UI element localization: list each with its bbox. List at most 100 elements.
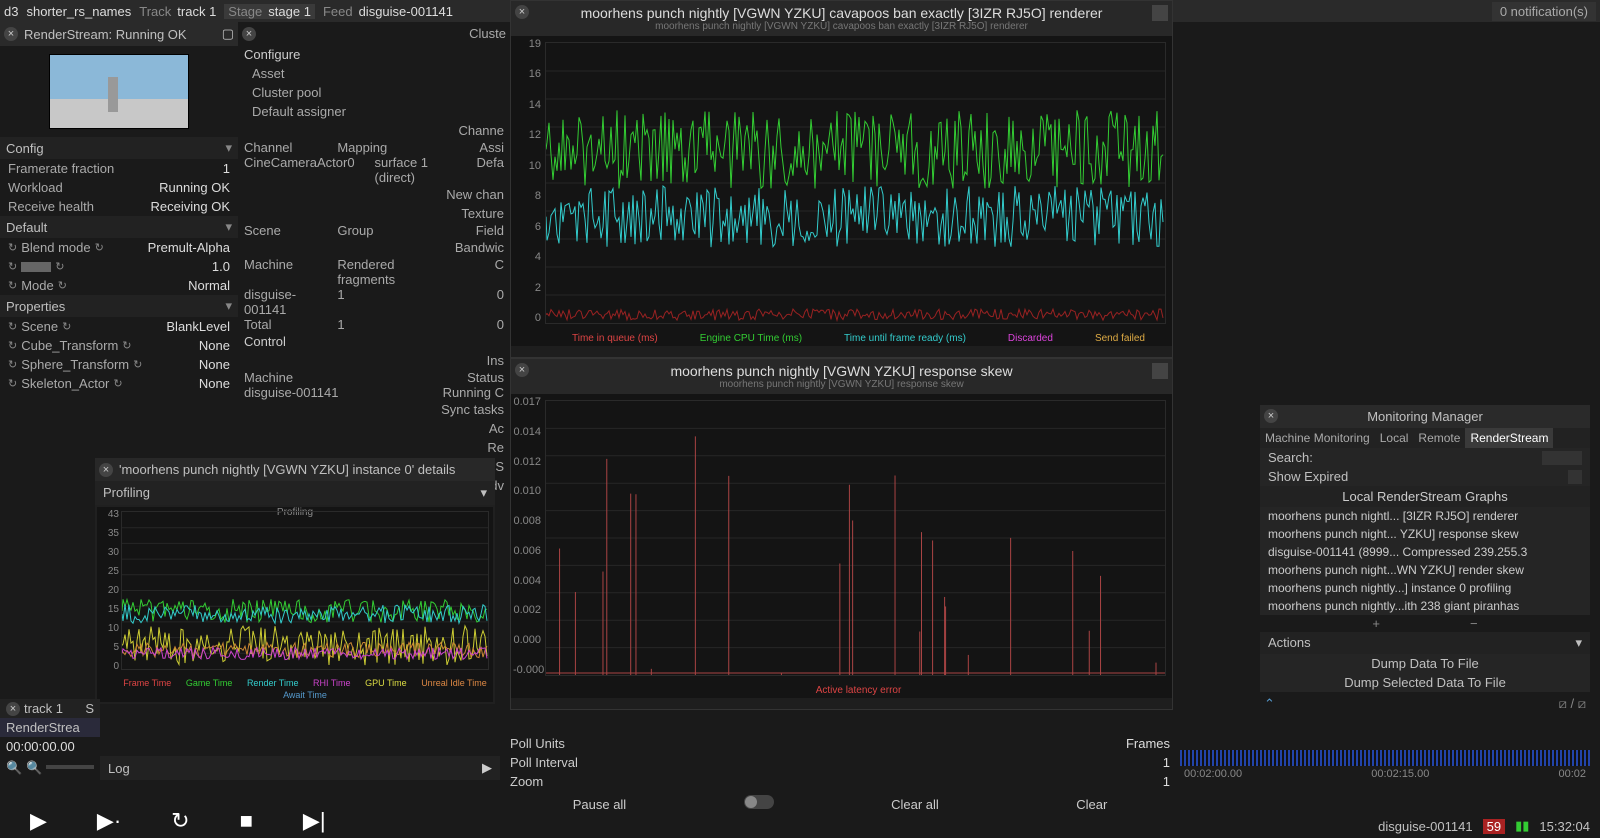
opacity-slider[interactable] [21, 262, 51, 272]
graph-item[interactable]: disguise-001141 (8999... Compressed 239.… [1260, 543, 1590, 561]
renderer-graph-panel: × moorhens punch nightly [VGWN YZKU] cav… [510, 0, 1173, 358]
tab-renderstream[interactable]: RenderStream [1465, 428, 1553, 448]
loop-button[interactable]: ↻ [171, 808, 189, 834]
cube-value[interactable]: None [199, 338, 230, 353]
stage-value[interactable]: stage 1 [268, 4, 311, 19]
graph-item[interactable]: moorhens punch nightl... [3IZR RJ5O] ren… [1260, 507, 1590, 525]
graph2-plot[interactable] [545, 400, 1166, 676]
tab-local[interactable]: Local [1375, 428, 1414, 448]
actions-header[interactable]: Actions [1268, 635, 1311, 651]
close-icon[interactable]: × [4, 27, 18, 41]
graph-item[interactable]: moorhens punch night...WN YZKU] render s… [1260, 561, 1590, 579]
default-header[interactable]: Default [6, 220, 47, 235]
graph-item[interactable]: moorhens punch night... YZKU] response s… [1260, 525, 1590, 543]
track-value[interactable]: track 1 [177, 4, 216, 19]
refresh-icon[interactable]: ↻ [8, 358, 17, 371]
cluster-pool-item[interactable]: Cluster pool [238, 83, 510, 102]
refresh-icon[interactable]: ↻ [8, 260, 17, 273]
asset-item[interactable]: Asset [238, 64, 510, 83]
refresh-icon[interactable]: ↻ [8, 339, 17, 352]
profiling-graph[interactable]: Profiling 4335302520151050 Frame Time Ga… [97, 507, 493, 702]
stop-button[interactable]: ■ [240, 808, 253, 834]
chevron-down-icon[interactable]: ▾ [480, 485, 487, 501]
chevron-down-icon[interactable]: ▾ [225, 298, 232, 314]
refresh-icon[interactable]: ↻ [58, 279, 67, 292]
refresh-icon[interactable]: ↻ [8, 241, 17, 254]
defa-cell[interactable]: Defa [449, 155, 504, 185]
framerate-value[interactable]: 1 [223, 161, 230, 176]
refresh-icon[interactable]: ↻ [113, 377, 122, 390]
collapse-icon[interactable]: ⌃ [1264, 696, 1275, 712]
surface-cell[interactable]: surface 1 (direct) [375, 155, 430, 185]
refresh-icon[interactable]: ↻ [133, 358, 142, 371]
dump-selected-button[interactable]: Dump Selected Data To File [1260, 673, 1590, 692]
properties-header[interactable]: Properties [6, 299, 65, 314]
sphere-value[interactable]: None [199, 357, 230, 372]
timeline[interactable]: 00:02:00.00 00:02:15.00 00:02 [1180, 750, 1590, 790]
graph-item[interactable]: moorhens punch nightly...ith 238 giant p… [1260, 597, 1590, 615]
new-channel-button[interactable]: New chan [238, 185, 510, 204]
close-icon[interactable]: × [1264, 409, 1278, 423]
preview-thumbnail[interactable] [49, 54, 189, 129]
close-icon[interactable]: × [515, 5, 529, 19]
zoom-value[interactable]: 1 [1163, 774, 1170, 789]
dump-data-button[interactable]: Dump Data To File [1260, 654, 1590, 673]
poll-units-value[interactable]: Frames [1126, 736, 1170, 751]
chevron-down-icon[interactable]: ▾ [225, 140, 232, 156]
show-expired-checkbox[interactable] [1568, 470, 1582, 484]
refresh-icon[interactable]: ↻ [8, 377, 17, 390]
pause-toggle[interactable] [744, 795, 774, 809]
poll-interval-value[interactable]: 1 [1163, 755, 1170, 770]
edit-icon[interactable] [1152, 363, 1168, 379]
clear-all-button[interactable]: Clear all [871, 795, 959, 814]
close-icon[interactable]: × [242, 27, 256, 41]
clear-button[interactable]: Clear [1056, 795, 1127, 814]
blend-value[interactable]: Premult-Alpha [148, 240, 230, 255]
close-icon[interactable]: × [515, 363, 529, 377]
zoom-in-icon[interactable]: 🔍 [26, 760, 40, 774]
scene-value[interactable]: BlankLevel [166, 319, 230, 334]
opacity-value[interactable]: 1.0 [212, 259, 230, 274]
refresh-icon[interactable]: ↻ [8, 320, 17, 333]
add-icon[interactable]: + [1372, 616, 1380, 631]
pause-all-button[interactable]: Pause all [553, 795, 646, 814]
default-assigner-item[interactable]: Default assigner [238, 102, 510, 121]
refresh-icon[interactable]: ↻ [8, 279, 17, 292]
zoom-out-icon[interactable]: 🔍 [6, 760, 20, 774]
tab-machine-monitoring[interactable]: Machine Monitoring [1260, 428, 1375, 448]
feed-value[interactable]: disguise-001141 [359, 4, 453, 19]
track-label: Track [139, 4, 171, 19]
chevron-down-icon[interactable]: ▾ [225, 219, 232, 235]
skeleton-value[interactable]: None [199, 376, 230, 391]
profiling-header[interactable]: Profiling [103, 485, 150, 501]
chevron-down-icon[interactable]: ▾ [1575, 635, 1582, 651]
config-header[interactable]: Config [6, 141, 44, 156]
graph1-plot[interactable] [545, 42, 1166, 324]
close-icon[interactable]: × [6, 702, 20, 716]
graph-item[interactable]: moorhens punch nightly...] instance 0 pr… [1260, 579, 1590, 597]
close-icon[interactable]: × [99, 463, 113, 477]
refresh-icon[interactable]: ↻ [95, 241, 104, 254]
play-icon[interactable]: ▶ [482, 760, 492, 776]
log-label[interactable]: Log [108, 761, 130, 776]
tab-remote[interactable]: Remote [1413, 428, 1465, 448]
notifications-badge[interactable]: 0 notification(s) [1492, 2, 1596, 21]
mode-value[interactable]: Normal [188, 278, 230, 293]
layer-name[interactable]: RenderStrea [6, 720, 80, 735]
edit-icon[interactable]: ▢ [222, 26, 234, 42]
prev-button[interactable]: ▶| [303, 808, 326, 834]
remove-icon[interactable]: − [1470, 616, 1478, 631]
play-section-button[interactable]: ▶· [97, 808, 121, 834]
refresh-icon[interactable]: ↻ [55, 260, 64, 273]
refresh-icon[interactable]: ↻ [122, 339, 131, 352]
play-button[interactable]: ▶ [30, 808, 47, 834]
timeline-track[interactable] [1180, 750, 1590, 766]
camera-cell[interactable]: CineCameraActor0 [244, 155, 355, 185]
zoom-slider[interactable] [46, 765, 94, 769]
search-input[interactable] [1542, 451, 1582, 465]
sync-tasks-label[interactable]: Sync tasks [238, 400, 510, 419]
edit-icon[interactable] [1152, 5, 1168, 21]
track-name[interactable]: track 1 [24, 701, 63, 716]
refresh-icon[interactable]: ↻ [62, 320, 71, 333]
project-name[interactable]: shorter_rs_names [26, 4, 131, 19]
